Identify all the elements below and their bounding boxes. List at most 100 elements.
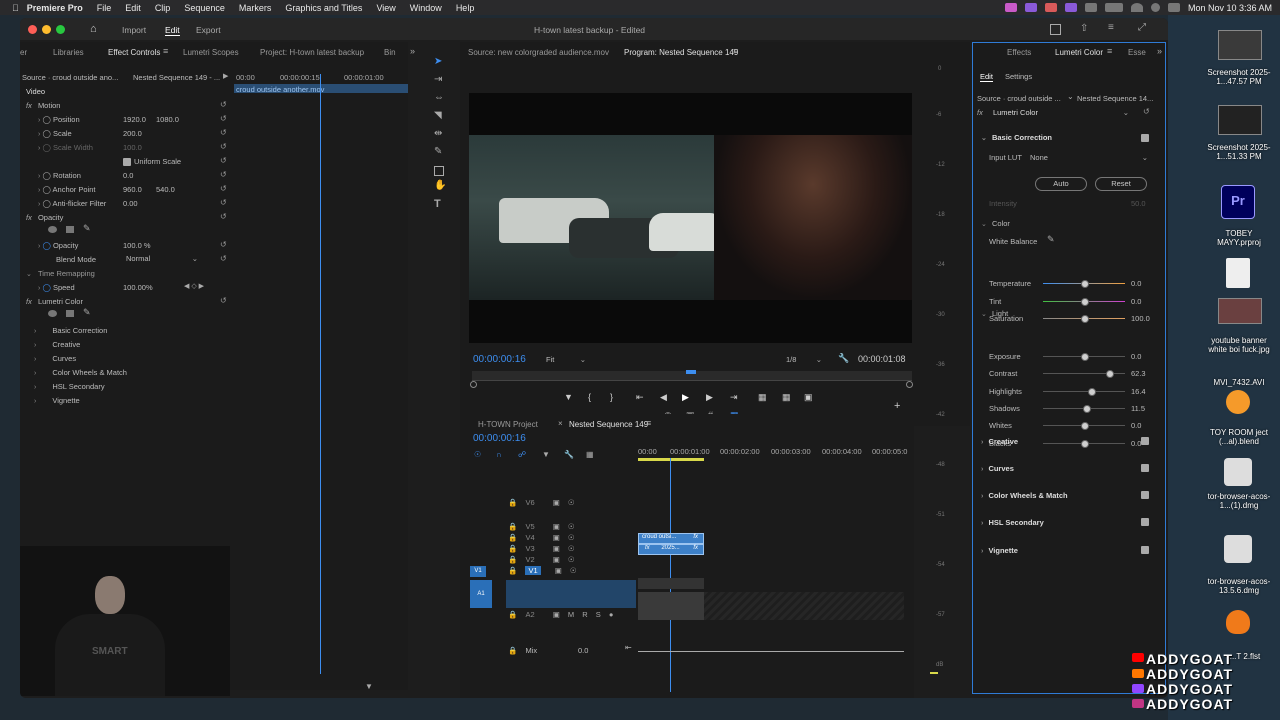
tab-bin[interactable]: Bin xyxy=(384,48,396,57)
stopwatch-icon[interactable]: ◯ xyxy=(42,185,50,194)
tab-libraries[interactable]: Libraries xyxy=(53,48,84,57)
tab-effects[interactable]: Effects xyxy=(1007,48,1031,57)
panel-menu-icon[interactable]: ≡ xyxy=(733,46,738,56)
auto-button[interactable]: Auto xyxy=(1035,177,1087,191)
color-wheels-checkbox[interactable] xyxy=(1141,491,1149,499)
zoom-handle-right[interactable] xyxy=(906,381,913,388)
resolution-dropdown[interactable]: 1/8 ⌄ xyxy=(786,355,822,364)
antiflicker-value[interactable]: 0.00 xyxy=(123,199,138,208)
go-to-in-icon[interactable]: ⇤ xyxy=(636,392,644,403)
ellipse-mask-icon[interactable] xyxy=(48,226,57,233)
blend-mode-dropdown[interactable]: Normal ⌄ xyxy=(126,254,198,263)
tab-source-monitor[interactable]: Source: new colorgraded audience.mov xyxy=(468,48,609,57)
control-center-icon[interactable] xyxy=(1167,3,1180,12)
ec-mini-timeline[interactable]: 00:00 00:00:00:15 00:00:01:00 croud outs… xyxy=(234,70,408,674)
timeline-timecode[interactable]: 00:00:00:16 xyxy=(473,433,526,444)
reset-icon[interactable]: ↺ xyxy=(220,128,227,137)
track-v1[interactable]: 🔒 V1 ▣ ☉ xyxy=(508,566,577,575)
anchor-y-value[interactable]: 540.0 xyxy=(156,185,175,194)
lock-icon[interactable]: 🔒 xyxy=(508,566,517,575)
speed-value[interactable]: 100.00% xyxy=(123,283,153,292)
status-icon[interactable] xyxy=(1024,3,1037,12)
reset-icon[interactable]: ↺ xyxy=(1143,107,1150,116)
menubar-clock[interactable]: Mon Nov 10 3:36 AM xyxy=(1188,3,1272,13)
lumetri-source-label[interactable]: Source · croud outside ... xyxy=(977,94,1061,103)
stopwatch-icon[interactable]: ◯ xyxy=(42,199,50,208)
toggle-sync-icon[interactable]: ▣ xyxy=(555,566,562,575)
intensity-value[interactable]: 50.0 xyxy=(1131,199,1146,208)
reset-icon[interactable]: ↺ xyxy=(220,170,227,179)
tab-lumetri-color[interactable]: Lumetri Color xyxy=(1055,48,1103,57)
position-x-value[interactable]: 1920.0 xyxy=(123,115,146,124)
lock-icon[interactable]: 🔒 xyxy=(508,522,517,531)
keyframe-nav-icon[interactable]: ◀ ◇ ▶ xyxy=(184,282,204,290)
workspace-edit[interactable]: Edit xyxy=(165,25,180,36)
input-lut-dropdown[interactable]: None ⌄ xyxy=(1030,153,1148,162)
chevron-right-icon[interactable]: › xyxy=(38,131,40,138)
lumetri-tab-settings[interactable]: Settings xyxy=(1005,72,1032,81)
slider-value-blacks[interactable]: 0.0 xyxy=(1131,439,1141,448)
reset-icon[interactable]: ↺ xyxy=(220,100,227,109)
program-timecode[interactable]: 00:00:00:16 xyxy=(473,354,526,365)
reset-icon[interactable]: ↺ xyxy=(220,254,227,263)
reset-icon[interactable]: ↺ xyxy=(220,240,227,249)
eye-icon[interactable]: ☉ xyxy=(568,555,575,564)
menu-window[interactable]: Window xyxy=(410,3,442,13)
search-icon[interactable] xyxy=(1150,3,1160,12)
play-button-icon[interactable]: ▶ xyxy=(682,392,689,403)
track-v5[interactable]: 🔒 V5 ▣ ☉ xyxy=(508,522,575,531)
timeline-clip-v5[interactable]: croud outsi... fx xyxy=(638,533,704,544)
slider-knob-temperature[interactable] xyxy=(1081,280,1089,288)
tab-essential[interactable]: Esse xyxy=(1128,48,1146,57)
marker-icon[interactable]: ▼ xyxy=(542,450,550,459)
lock-icon[interactable]: 🔒 xyxy=(508,646,517,655)
tab-program-monitor[interactable]: Program: Nested Sequence 149 xyxy=(624,48,738,57)
timeline-clip-v1[interactable] xyxy=(638,578,704,589)
slider-knob-highlights[interactable] xyxy=(1087,387,1096,396)
export-frame-icon[interactable]: ▣ xyxy=(804,392,813,403)
menu-markers[interactable]: Markers xyxy=(239,3,272,13)
scale-value[interactable]: 200.0 xyxy=(123,129,142,138)
chevron-right-icon[interactable]: › xyxy=(38,285,40,292)
menu-view[interactable]: View xyxy=(376,3,395,13)
menu-app-name[interactable]: Premiere Pro xyxy=(27,3,83,13)
creative-checkbox[interactable] xyxy=(1141,437,1149,445)
reset-icon[interactable]: ↺ xyxy=(220,156,227,165)
program-video-frame[interactable] xyxy=(469,93,912,343)
toggle-sync-icon[interactable]: ▣ xyxy=(553,544,560,553)
screenshot-thumbnail[interactable] xyxy=(1218,30,1262,60)
position-y-value[interactable]: 1080.0 xyxy=(156,115,179,124)
menu-graphics[interactable]: Graphics and Titles xyxy=(285,3,362,13)
stopwatch-icon[interactable]: ◯ xyxy=(42,241,50,250)
ec-lumetri-section[interactable]: › Curves xyxy=(34,354,76,363)
reset-icon[interactable]: ↺ xyxy=(220,142,227,151)
image-thumbnail[interactable] xyxy=(1218,298,1262,324)
insert-icon[interactable]: ▦ xyxy=(758,392,767,403)
tab-effect-controls[interactable]: Effect Controls xyxy=(108,48,160,57)
ec-source-label[interactable]: Source · croud outside ano... xyxy=(22,73,118,82)
rectangle-mask-icon[interactable] xyxy=(66,226,74,233)
source-patch-a1[interactable]: A1 xyxy=(470,580,492,608)
panel-menu-icon[interactable]: ≡ xyxy=(646,418,651,428)
screenshot-thumbnail[interactable] xyxy=(1218,105,1262,135)
slider-value-saturation[interactable]: 100.0 xyxy=(1131,314,1150,323)
blender-file-icon[interactable] xyxy=(1226,390,1250,414)
wrench-icon[interactable]: 🔧 xyxy=(564,450,574,459)
chevron-right-icon[interactable]: › xyxy=(38,243,40,250)
curves-checkbox[interactable] xyxy=(1141,464,1149,472)
stopwatch-icon[interactable]: ◯ xyxy=(42,143,50,152)
step-forward-icon[interactable]: ▶ xyxy=(706,392,713,403)
razor-icon[interactable]: ◥ xyxy=(434,110,442,121)
lock-icon[interactable]: 🔒 xyxy=(508,533,517,542)
slip-icon[interactable]: ⇹ xyxy=(434,128,442,139)
slider-knob-exposure[interactable] xyxy=(1081,353,1089,361)
slider-knob-saturation[interactable] xyxy=(1081,315,1089,323)
panel-menu-icon[interactable]: ≡ xyxy=(1107,46,1112,56)
uniform-scale-checkbox[interactable] xyxy=(123,158,131,166)
ec-sequence-label[interactable]: Nested Sequence 149 - ... xyxy=(133,73,220,82)
tab-lumetri-scopes[interactable]: Lumetri Scopes xyxy=(183,48,239,57)
menu-sequence[interactable]: Sequence xyxy=(184,3,225,13)
pen-mask-icon[interactable]: ✎ xyxy=(83,223,91,234)
tab-project[interactable]: Project: H-town latest backup xyxy=(260,48,364,57)
mark-in-icon[interactable]: { xyxy=(588,392,591,402)
